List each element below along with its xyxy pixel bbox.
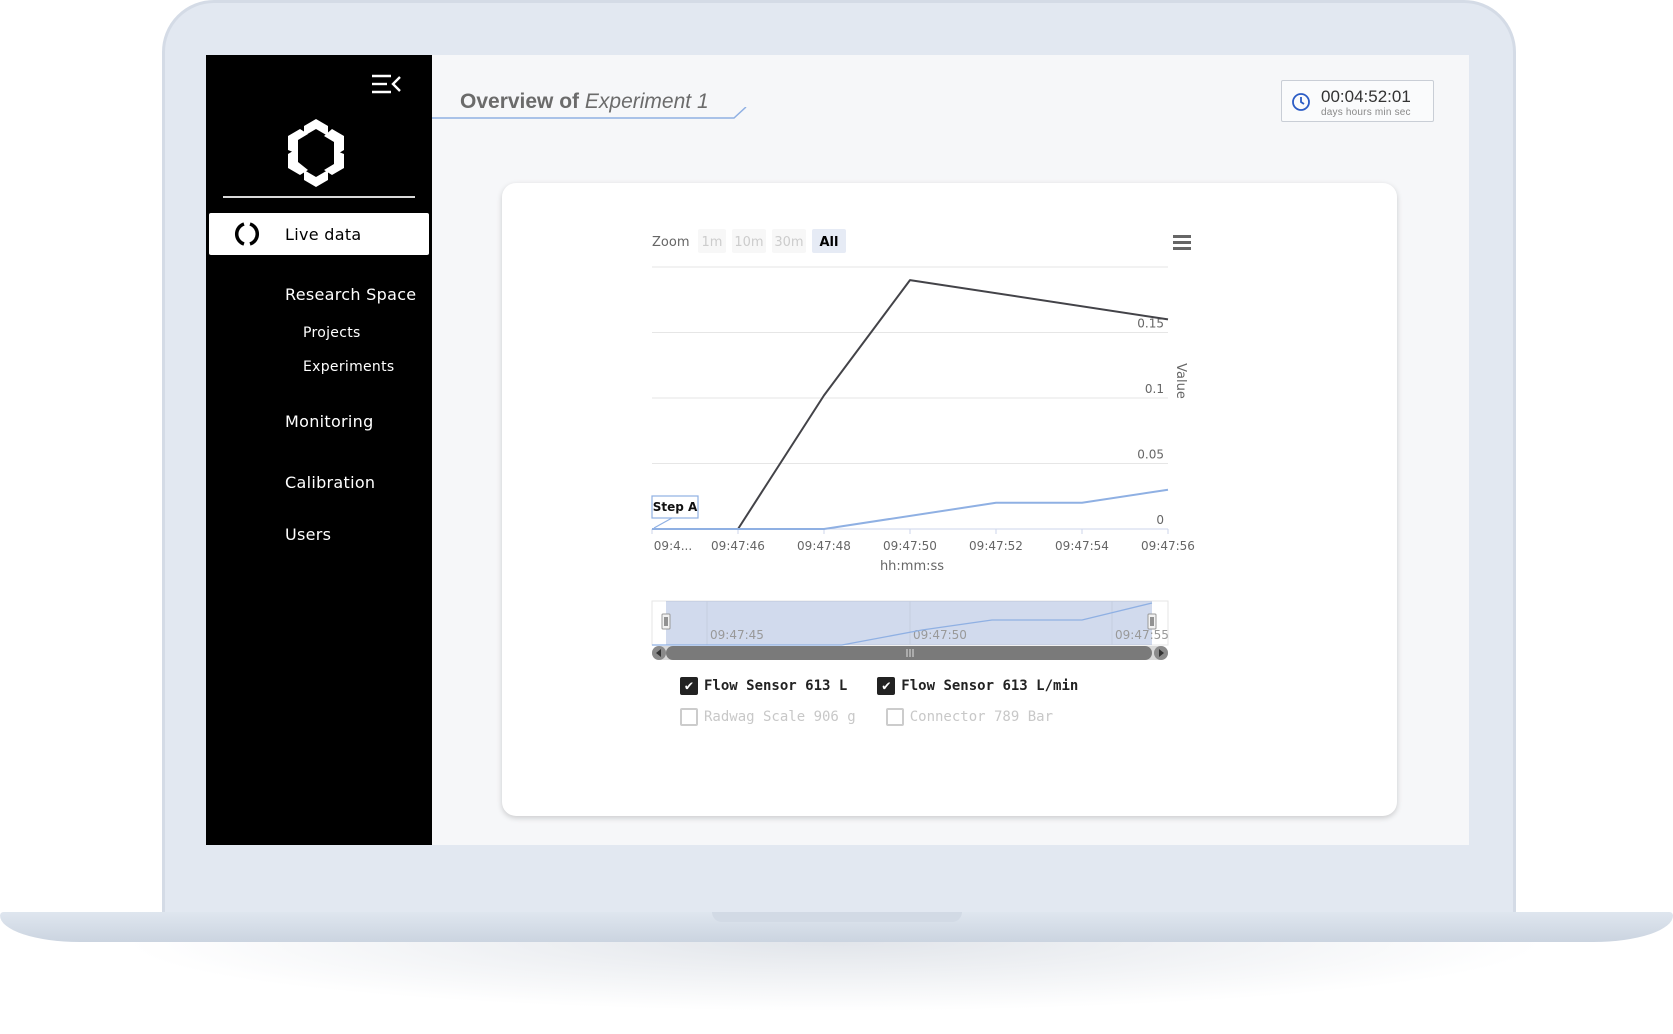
legend-row: ✔ Flow Sensor 613 L ✔ Flow Sensor 613 L/min (680, 677, 1078, 695)
zoom-button-label: 10m (734, 235, 763, 250)
x-tick-label: 09:4... (654, 539, 692, 553)
x-tick-label: 09:47:54 (1055, 539, 1109, 553)
legend-item-label: Radwag Scale 906 g (704, 709, 856, 725)
step-annotation-label: Step A (653, 500, 698, 514)
x-tick-label: 09:47:52 (969, 539, 1023, 553)
y-tick-label: 0.1 (1145, 382, 1164, 396)
sidebar-item-label: Research Space (285, 284, 417, 304)
sidebar-item-live-data[interactable]: Live data (209, 213, 429, 255)
legend-item[interactable]: Connector 789 Bar (885, 708, 1054, 726)
legend-item-label: Flow Sensor 613 L (704, 678, 848, 694)
chart-card: Zoom 1m 10m 30m All 0 0.05 0.1 0.15 Value 09:4... 0… (502, 183, 1397, 816)
zoom-button-label: All (820, 235, 839, 250)
checkbox-unchecked-icon[interactable] (885, 708, 904, 726)
legend-item[interactable]: ✔ Flow Sensor 613 L/min (877, 677, 1078, 695)
scrollbar-thumb[interactable] (666, 646, 1152, 660)
legend-row: Radwag Scale 906 g Connector 789 Bar (680, 708, 1053, 726)
chart-menu-icon[interactable] (1173, 235, 1191, 238)
sidebar-item-label: Users (285, 524, 332, 544)
live-data-icon (234, 222, 260, 246)
checkbox-checked-icon[interactable]: ✔ (877, 677, 896, 695)
series-line-2 (652, 488, 1169, 530)
zoom-button-label: 1m (702, 235, 723, 250)
sidebar-item-projects[interactable]: Projects (303, 325, 361, 341)
zoom-button-label: 30m (774, 235, 803, 250)
checkbox-checked-icon[interactable]: ✔ (680, 677, 698, 695)
zoom-label: Zoom (652, 235, 689, 250)
legend-item[interactable]: Radwag Scale 906 g (680, 708, 856, 726)
laptop-notch (712, 912, 962, 922)
navigator-handle-right[interactable] (1147, 613, 1157, 630)
x-tick-label: 09:47:50 (883, 539, 937, 553)
menu-collapse-icon[interactable] (369, 71, 403, 97)
chart-menu-icon[interactable] (1173, 241, 1191, 244)
legend-item-label: Flow Sensor 613 L/min (901, 678, 1079, 694)
sidebar-item-label: Calibration (285, 472, 376, 492)
x-tick-label: 09:47:56 (1141, 539, 1195, 553)
legend-item[interactable]: ✔ Flow Sensor 613 L (680, 677, 847, 695)
sidebar-item-users[interactable]: Users (209, 513, 429, 555)
sidebar: Live data Research Space Projects Experi… (206, 55, 432, 845)
screen: Live data Research Space Projects Experi… (206, 55, 1469, 845)
navigator-handle-left[interactable] (661, 613, 671, 630)
step-annotation-pointer (653, 517, 673, 529)
sidebar-item-experiments[interactable]: Experiments (303, 359, 394, 375)
timer-value: 00:04:52:01 (1321, 87, 1411, 106)
sidebar-item-research-space[interactable]: Research Space (209, 273, 429, 315)
y-tick-label: 0.05 (1137, 448, 1164, 462)
clock-icon (1292, 93, 1310, 111)
title-underline (432, 107, 747, 119)
navigator-tick-label: 09:47:55 (1115, 628, 1169, 642)
hexagon-logo-icon (288, 119, 344, 187)
navigator-tick-label: 09:47:45 (710, 628, 764, 642)
timer-units: days hours min sec (1321, 107, 1411, 118)
laptop-shadow (120, 942, 1550, 1012)
y-axis-label: Value (1173, 363, 1188, 399)
sidebar-item-label: Live data (285, 224, 362, 244)
x-tick-label: 09:47:46 (711, 539, 765, 553)
main-content: Overview of Experiment 1 00:04:52:01 day… (432, 55, 1469, 845)
y-tick-label: 0 (1156, 513, 1164, 527)
sidebar-item-calibration[interactable]: Calibration (209, 461, 429, 503)
elapsed-timer: 00:04:52:01 days hours min sec (1281, 80, 1434, 122)
x-tick-label: 09:47:48 (797, 539, 851, 553)
sidebar-divider (223, 196, 415, 198)
legend-item-label: Connector 789 Bar (909, 709, 1054, 725)
chart-menu-icon[interactable] (1173, 247, 1191, 250)
sidebar-item-label: Monitoring (285, 411, 374, 431)
x-axis-label: hh:mm:ss (880, 559, 944, 574)
series-line-1 (652, 279, 1169, 530)
checkbox-unchecked-icon[interactable] (680, 708, 698, 726)
line-chart: Zoom 1m 10m 30m All00.050.10.15Value09:4... 0… (651, 229, 1195, 660)
sidebar-item-monitoring[interactable]: Monitoring (209, 400, 429, 442)
